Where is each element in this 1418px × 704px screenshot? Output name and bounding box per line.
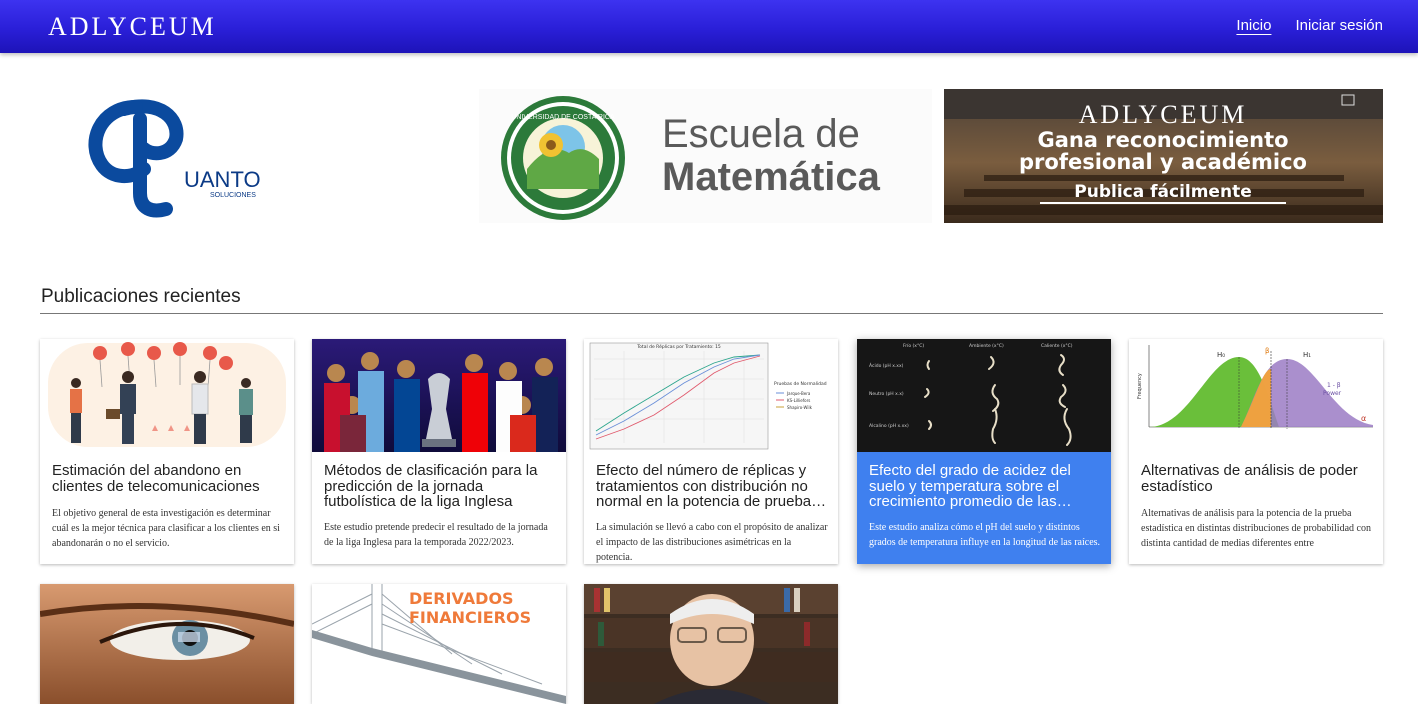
publication-card-hovered[interactable]: Frío (x°C) Ambiente (x°C) Caliente (x°C)… — [857, 339, 1111, 564]
legend-item: KS-Lilliefors — [787, 398, 810, 403]
card-description: El objetivo general de esta investigació… — [52, 508, 280, 549]
power-word: Power — [1323, 390, 1342, 397]
publication-card[interactable]: Frequency H₀ H₁ β 1 - β Power α Alternat… — [1129, 339, 1383, 564]
escuela-line2: Matemática — [662, 155, 881, 199]
legend-item: Jarque-Bera — [786, 391, 811, 396]
card-thumbnail — [40, 584, 294, 704]
elderly-man-bookshelf-photo-icon — [584, 584, 838, 704]
section-title: Publicaciones recientes — [41, 286, 241, 307]
beta-label: β — [1265, 347, 1269, 355]
derivados-financieros-bridge-icon: DERIVADOS FINANCIEROS — [312, 584, 566, 704]
promo-line1: Gana reconocimiento — [1037, 128, 1288, 152]
card-title[interactable]: Efecto del número de réplicas y tratamie… — [596, 463, 828, 510]
escuela-matematica-banner[interactable]: UNIVERSIDAD DE COSTA RICA Escuela de Mat… — [479, 89, 932, 223]
adlyceum-promo-banner[interactable]: ADLYCEUM Gana reconocimiento profesional… — [944, 89, 1383, 223]
cuanto-logo-icon: UANTO SOLUCIONES — [88, 99, 261, 218]
publication-card[interactable]: DERIVADOS FINANCIEROS — [312, 584, 566, 704]
power-distribution-diagram-icon: Frequency H₀ H₁ β 1 - β Power α — [1129, 339, 1383, 452]
cuanto-subtext: SOLUCIONES — [210, 192, 256, 199]
card-description: Este estudio pretende predecir el result… — [324, 522, 548, 548]
publication-card[interactable]: Total de Réplicas por Tratamiento: 15 Pr… — [584, 339, 838, 564]
chart-title: Total de Réplicas por Tratamiento: 15 — [636, 343, 721, 350]
card-description: La simulación se llevó a cabo con el pro… — [596, 522, 828, 563]
eye-closeup-photo-icon — [40, 584, 294, 704]
publication-card[interactable]: Métodos de clasificación para la predicc… — [312, 339, 566, 564]
escuela-line1: Escuela de — [662, 112, 860, 156]
replicas-line-chart-icon: Total de Réplicas por Tratamiento: 15 Pr… — [584, 339, 838, 452]
publication-card[interactable] — [40, 584, 294, 704]
legend-item: Shapiro-Wilk — [787, 405, 813, 410]
grid-row-label: Alcalino (pH x.xx) — [869, 423, 909, 429]
cuanto-banner[interactable]: UANTO SOLUCIONES — [40, 89, 475, 223]
card-title[interactable]: Métodos de clasificación para la predicc… — [324, 463, 556, 510]
premier-league-players-photo-icon — [312, 339, 566, 452]
grid-col-label: Caliente (x°C) — [1041, 343, 1073, 349]
card-thumbnail: DERIVADOS FINANCIEROS — [312, 584, 566, 704]
card-thumbnail — [312, 339, 566, 452]
y-axis-label: Frequency — [1137, 373, 1143, 399]
card-thumbnail: Frío (x°C) Ambiente (x°C) Caliente (x°C)… — [857, 339, 1111, 452]
card-title[interactable]: Efecto del grado de acidez del suelo y t… — [869, 463, 1101, 510]
power-label: 1 - β — [1327, 382, 1341, 389]
card-title[interactable]: Estimación del abandono en clientes de t… — [52, 463, 284, 494]
overlay-title: DERIVADOS FINANCIEROS — [409, 589, 531, 627]
grid-row-label: Neutro (pH x.x) — [869, 391, 904, 397]
promo-line3: Publica fácilmente — [1074, 182, 1251, 202]
grid-col-label: Frío (x°C) — [903, 342, 924, 349]
promo-brand: ADLYCEUM — [1079, 100, 1248, 129]
alpha-label: α — [1361, 414, 1366, 423]
card-thumbnail: Frequency H₀ H₁ β 1 - β Power α — [1129, 339, 1383, 452]
cuanto-text: UANTO — [184, 167, 261, 192]
card-thumbnail — [584, 584, 838, 704]
h0-label: H₀ — [1217, 351, 1225, 359]
publication-card[interactable] — [584, 584, 838, 704]
card-thumbnail — [40, 339, 294, 452]
nav-inicio-link[interactable]: Inicio — [1236, 17, 1271, 35]
section-divider — [40, 313, 1383, 314]
card-thumbnail: Total de Réplicas por Tratamiento: 15 Pr… — [584, 339, 838, 452]
customer-churn-illustration-icon — [40, 339, 294, 452]
publication-card[interactable]: Estimación del abandono en clientes de t… — [40, 339, 294, 564]
h1-label: H₁ — [1303, 351, 1311, 359]
adlyceum-promo-image: ADLYCEUM Gana reconocimiento profesional… — [944, 89, 1383, 223]
top-navigation-bar: ADLYCEUM Inicio Iniciar sesión — [0, 0, 1418, 53]
grid-row-label: Ácido (pH x.xx) — [869, 362, 904, 369]
card-description: Este estudio analiza cómo el pH del suel… — [869, 522, 1101, 548]
escuela-logo: UNIVERSIDAD DE COSTA RICA Escuela de Mat… — [501, 96, 881, 220]
chart-legend-title: Pruebas de Normalidad — [774, 381, 827, 387]
nav-iniciar-sesion-link[interactable]: Iniciar sesión — [1295, 17, 1383, 35]
seedlings-grid-photo-icon: Frío (x°C) Ambiente (x°C) Caliente (x°C)… — [857, 339, 1111, 452]
card-title[interactable]: Alternativas de análisis de poder estadí… — [1141, 463, 1373, 494]
brand-logo[interactable]: ADLYCEUM — [48, 13, 217, 41]
card-description: Alternativas de análisis para la potenci… — [1141, 508, 1371, 549]
main-nav: Inicio Iniciar sesión — [1236, 17, 1383, 35]
ucr-seal-text: UNIVERSIDAD DE COSTA RICA — [511, 114, 615, 121]
promo-line2: profesional y académico — [1019, 150, 1307, 174]
ucr-seal-icon: UNIVERSIDAD DE COSTA RICA — [501, 96, 625, 220]
grid-col-label: Ambiente (x°C) — [969, 343, 1004, 349]
